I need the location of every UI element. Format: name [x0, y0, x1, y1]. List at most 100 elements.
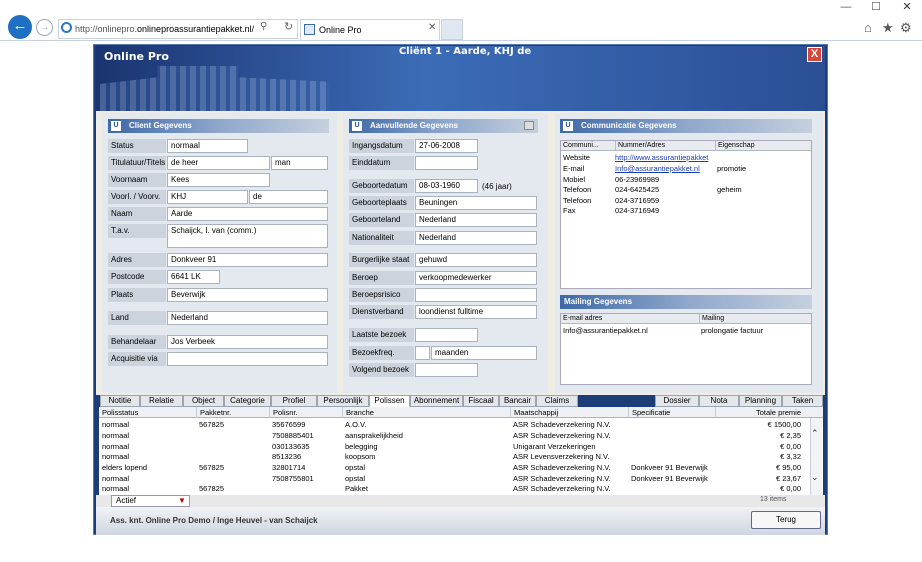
cell-specificatie[interactable]: Donkveer 91 Beverwijk — [631, 474, 715, 485]
cell-maatschappij[interactable]: ASR Schadeverzekering N.V. — [513, 420, 628, 431]
chevron-down-icon[interactable]: ▼ — [178, 496, 186, 505]
cell-polis[interactable]: 8513236 — [272, 452, 342, 463]
handler-field[interactable]: Jos Verbeek — [167, 335, 328, 349]
col-branche[interactable]: Branche — [342, 407, 510, 418]
birthcountry-field[interactable]: Nederland — [415, 213, 537, 227]
tab-abonnement[interactable]: Abonnement — [410, 395, 463, 407]
window-minimize-button[interactable]: — — [832, 0, 860, 16]
cell-branche[interactable]: Pakket — [345, 484, 510, 495]
cell-polis[interactable]: 35676599 — [272, 420, 342, 431]
search-icon[interactable]: ⚲ — [260, 21, 267, 32]
tab-profiel[interactable]: Profiel — [271, 395, 317, 407]
visit-frequency-field[interactable] — [415, 346, 430, 360]
comm-value-link[interactable]: Info@assurantiepakket.nl — [615, 164, 714, 174]
tab-planning[interactable]: Planning — [739, 395, 782, 407]
cell-status[interactable]: normaal — [102, 484, 196, 495]
tab-dossier[interactable]: Dossier — [655, 395, 699, 407]
window-maximize-button[interactable]: ☐ — [862, 0, 890, 16]
mailing-col-mailing[interactable]: Mailing — [699, 314, 799, 324]
cell-branche[interactable]: koopsom — [345, 452, 510, 463]
cell-specificatie[interactable]: Donkveer 91 Beverwijk — [631, 463, 715, 474]
col-pakketnr[interactable]: Pakketnr. — [196, 407, 269, 418]
last-visit-field[interactable] — [415, 328, 478, 342]
cell-polis[interactable]: 32801714 — [272, 463, 342, 474]
panel-expand-icon[interactable] — [524, 121, 534, 130]
prefix-field[interactable]: de — [249, 190, 328, 204]
tab-categorie[interactable]: Categorie — [224, 395, 271, 407]
col-polisstatus[interactable]: Polisstatus — [99, 407, 196, 418]
tab-relatie[interactable]: Relatie — [140, 395, 183, 407]
cell-premie[interactable]: € 95,00 — [715, 463, 801, 474]
tab-claims[interactable]: Claims — [536, 395, 578, 407]
tab-taken[interactable]: Taken — [782, 395, 823, 407]
refresh-icon[interactable]: ↻ — [284, 20, 293, 33]
profession-risk-field[interactable] — [415, 288, 537, 302]
comm-col-property[interactable]: Eigenschap — [715, 141, 805, 151]
start-date-field[interactable]: 27-06-2008 — [415, 139, 478, 153]
new-tab-button[interactable] — [441, 19, 463, 40]
cell-branche[interactable]: opstal — [345, 463, 510, 474]
address-field[interactable]: Donkveer 91 — [167, 253, 328, 267]
birthplace-field[interactable]: Beuningen — [415, 196, 537, 210]
cell-status[interactable]: elders lopend — [102, 463, 196, 474]
col-specificatie[interactable]: Specificatie — [628, 407, 715, 418]
window-close-button[interactable]: ✕ — [892, 0, 922, 16]
firstname-field[interactable]: Kees — [167, 173, 270, 187]
tab-persoonlijk[interactable]: Persoonlijk — [317, 395, 369, 407]
tab-notitie[interactable]: Notitie — [100, 395, 140, 407]
col-totale-premie[interactable]: Totale premie — [715, 407, 804, 418]
initials-field[interactable]: KHJ — [167, 190, 248, 204]
title-field[interactable]: de heer — [167, 156, 270, 170]
cell-maatschappij[interactable]: ASR Schadeverzekering N.V. — [513, 484, 628, 495]
col-maatschappij[interactable]: Maatschappij — [510, 407, 628, 418]
comm-col-number[interactable]: Nummer/Adres — [615, 141, 715, 151]
marital-status-field[interactable]: gehuwd — [415, 253, 537, 267]
postcode-field[interactable]: 6641 LK — [167, 270, 220, 284]
scroll-down-icon[interactable]: ⌄ — [811, 472, 819, 483]
visit-frequency-unit[interactable]: maanden — [431, 346, 537, 360]
acquisition-field[interactable] — [167, 352, 328, 366]
country-field[interactable]: Nederland — [167, 311, 328, 325]
next-visit-field[interactable] — [415, 363, 478, 377]
tab-close-icon[interactable]: ✕ — [428, 22, 436, 33]
cell-status[interactable]: normaal — [102, 431, 196, 442]
cell-maatschappij[interactable]: ASR Schadeverzekering N.V. — [513, 463, 628, 474]
browser-tab[interactable]: Online Pro — [300, 19, 440, 40]
scroll-up-icon[interactable]: ⌃ — [811, 428, 819, 439]
birthdate-field[interactable]: 08-03-1960 — [415, 179, 478, 193]
cell-premie[interactable]: € 3,32 — [715, 452, 801, 463]
tab-polissen[interactable]: Polissen — [369, 395, 410, 407]
tab-nota[interactable]: Nota — [699, 395, 739, 407]
cell-pakket[interactable]: 567825 — [199, 463, 269, 474]
cell-premie[interactable]: € 0,00 — [715, 484, 801, 495]
city-field[interactable]: Beverwijk — [167, 288, 328, 302]
cell-pakket[interactable]: 567825 — [199, 484, 269, 495]
cell-polis[interactable]: 7508885401 — [272, 431, 342, 442]
cell-premie[interactable]: € 1500,00 — [715, 420, 801, 431]
col-polisnr[interactable]: Polisnr. — [269, 407, 342, 418]
cell-premie[interactable]: € 2,35 — [715, 431, 801, 442]
comm-col-type[interactable]: Communi... — [563, 141, 613, 151]
forward-arrow-icon[interactable]: → — [36, 19, 53, 36]
cell-branche[interactable]: aansprakelijkheid — [345, 431, 510, 442]
mailing-col-email[interactable]: E-mail adres — [563, 314, 693, 324]
gender-field[interactable]: man — [271, 156, 328, 170]
cell-pakket[interactable]: 567825 — [199, 420, 269, 431]
app-close-button[interactable]: X — [807, 47, 822, 62]
back-arrow-icon[interactable]: ← — [8, 15, 32, 39]
end-date-field[interactable] — [415, 156, 478, 170]
favorites-star-icon[interactable]: ★ — [882, 20, 894, 36]
tab-fiscaal[interactable]: Fiscaal — [463, 395, 499, 407]
status-field[interactable]: normaal — [167, 139, 248, 153]
cell-status[interactable]: normaal — [102, 420, 196, 431]
cell-maatschappij[interactable]: ASR Schadeverzekering N.V. — [513, 431, 628, 442]
profession-field[interactable]: verkoopmedewerker — [415, 271, 537, 285]
cell-status[interactable]: normaal — [102, 452, 196, 463]
cell-polis[interactable]: 7508755801 — [272, 474, 342, 485]
cell-maatschappij[interactable]: ASR Levensverzekering N.V. — [513, 452, 628, 463]
attention-field[interactable]: Schaijck, I. van (comm.) — [167, 224, 328, 248]
employment-field[interactable]: loondienst fulltime — [415, 305, 537, 319]
tab-object[interactable]: Object — [183, 395, 224, 407]
home-icon[interactable]: ⌂ — [864, 20, 872, 35]
cell-branche[interactable]: A.O.V. — [345, 420, 510, 431]
